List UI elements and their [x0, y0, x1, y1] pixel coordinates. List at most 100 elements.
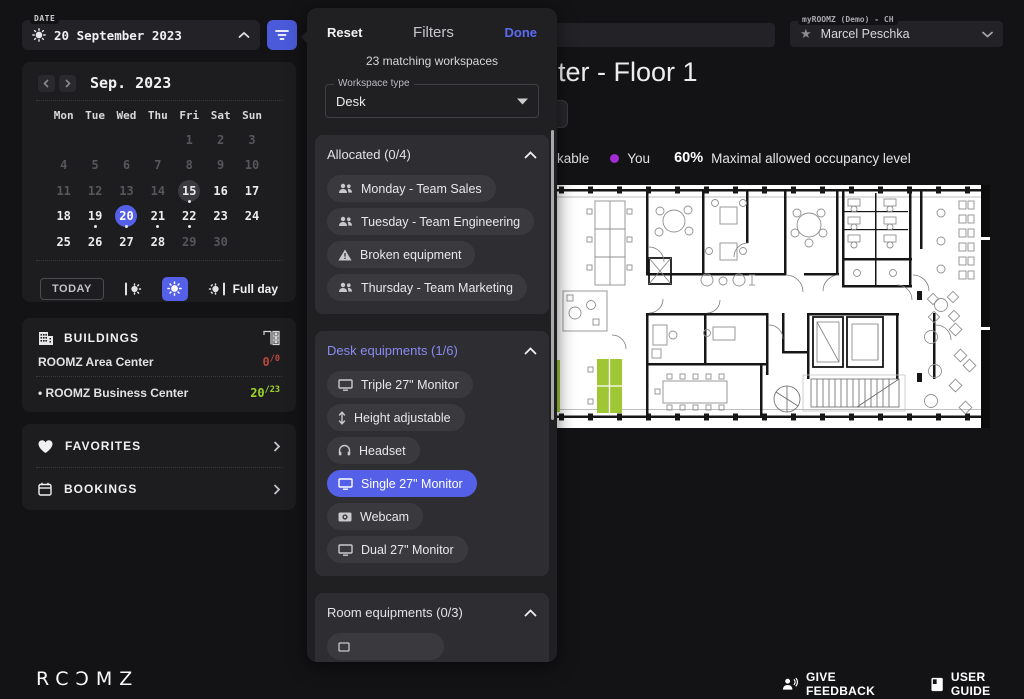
building-availability-count: 0/0 [263, 354, 280, 369]
account-select[interactable]: myROOMZ (Demo) - CH ★ Marcel Peschka [790, 21, 1003, 47]
sidebar-item-bookings[interactable]: BOOKINGS [22, 468, 296, 510]
floorplan-image[interactable] [557, 185, 990, 428]
filter-chip-height-adjustable[interactable]: Height adjustable [327, 404, 465, 431]
calendar-day-4: 4 [48, 153, 79, 179]
calendar-day-18[interactable]: 18 [48, 204, 79, 230]
filter-chip-webcam[interactable]: Webcam [327, 503, 423, 530]
heart-icon [38, 440, 53, 453]
calendar-day-17[interactable]: 17 [236, 178, 267, 204]
weekday-label: Thu [142, 109, 173, 127]
weekday-header: MonTueWedThuFriSatSun [48, 109, 296, 127]
you-dot-icon [610, 154, 619, 163]
calendar-day-25[interactable]: 25 [48, 229, 79, 255]
calendar-month-label: Sep. 2023 [90, 74, 171, 92]
calendar-day-23[interactable]: 23 [205, 204, 236, 230]
building-row[interactable]: ROOMZ Area Center0/0 [22, 346, 296, 369]
user-guide-button[interactable]: USER GUIDE [931, 670, 1024, 698]
filter-chip-thursday-team-marketing[interactable]: Thursday - Team Marketing [327, 274, 527, 301]
building-row[interactable]: ROOMZ Business Center20/23 [22, 377, 296, 400]
occupancy-label: Maximal allowed occupancy level [711, 151, 911, 166]
panel-scrollbar[interactable] [551, 130, 554, 420]
chip-label: Height adjustable [354, 411, 451, 425]
chevron-up-icon[interactable] [524, 609, 537, 617]
calendar-day-28[interactable]: 28 [142, 229, 173, 255]
calendar-day-19[interactable]: 19 [79, 204, 110, 230]
filter-chip-triple-27-monitor[interactable]: Triple 27" Monitor [327, 371, 473, 398]
section-title: Room equipments (0/3) [327, 605, 524, 620]
generic-icon [338, 642, 350, 652]
sidebar-item-favorites[interactable]: FAVORITES [22, 425, 296, 467]
calendar-day-20[interactable]: 20 [111, 204, 142, 230]
headset-icon [338, 444, 351, 457]
building-icon [38, 331, 54, 346]
occupancy-value: 60% [674, 150, 703, 166]
empty-day-cell [111, 127, 142, 153]
filter-chip-monday-team-sales[interactable]: Monday - Team Sales [327, 175, 496, 202]
chip-label: Monday - Team Sales [361, 182, 482, 196]
filter-chip-headset[interactable]: Headset [327, 437, 420, 464]
calendar-day-16[interactable]: 16 [205, 178, 236, 204]
favorites-label: FAVORITES [65, 439, 273, 453]
calendar-day-12: 12 [79, 178, 110, 204]
monitor-icon [338, 544, 353, 556]
full-sun-button[interactable] [162, 277, 188, 301]
empty-day-cell [48, 127, 79, 153]
calendar-day-27[interactable]: 27 [111, 229, 142, 255]
calendar-day-3: 3 [236, 127, 267, 153]
filter-chip-tuesday-team-engineering[interactable]: Tuesday - Team Engineering [327, 208, 534, 235]
team-icon [338, 216, 353, 227]
panel-pointer [301, 30, 308, 44]
calendar-days-grid: 1234567891011121314151617181920212223242… [48, 127, 296, 255]
calendar-day-26[interactable]: 26 [79, 229, 110, 255]
chip-label: Triple 27" Monitor [361, 378, 459, 392]
calendar-day-8: 8 [174, 153, 205, 179]
workspace-type-select[interactable]: Workspace type Desk [325, 84, 539, 118]
calendar-day-22[interactable]: 22 [174, 204, 205, 230]
calendar-next-button[interactable] [59, 75, 76, 92]
calendar-day-21[interactable]: 21 [142, 204, 173, 230]
bookings-label: BOOKINGS [64, 482, 273, 496]
morning-half-day-button[interactable] [120, 277, 146, 301]
filters-button[interactable] [267, 20, 297, 50]
calendar-prev-button[interactable] [38, 75, 55, 92]
filter-chip[interactable] [327, 633, 444, 660]
give-feedback-button[interactable]: GIVE FEEDBACK [782, 670, 903, 698]
filter-chip-single-27-monitor[interactable]: Single 27" Monitor [327, 470, 477, 497]
calendar-widget: Sep. 2023 MonTueWedThuFriSatSun 12345678… [22, 62, 296, 302]
calendar-day-10: 10 [236, 153, 267, 179]
today-button[interactable]: TODAY [40, 278, 104, 300]
book-icon [931, 677, 943, 692]
section-room-equipments: Room equipments (0/3) [315, 593, 549, 662]
chevron-up-icon[interactable] [524, 347, 537, 355]
filters-panel: Reset Filters Done 23 matching workspace… [307, 8, 557, 662]
afternoon-half-day-button[interactable] [204, 277, 230, 301]
chip-label: Dual 27" Monitor [361, 543, 454, 557]
filter-chip-broken-equipment[interactable]: Broken equipment [327, 241, 475, 268]
full-day-label[interactable]: Full day [233, 282, 278, 296]
building-name: ROOMZ Business Center [38, 386, 250, 400]
legend-bookable-label: kable [557, 151, 589, 166]
chevron-up-icon [238, 31, 250, 39]
calendar-day-6: 6 [111, 153, 142, 179]
user-guide-label: USER GUIDE [951, 670, 1024, 698]
calendar-day-1: 1 [174, 127, 205, 153]
section-title: Desk equipments (1/6) [327, 343, 524, 358]
app-root: ter - Floor 1 kable You 60% Maximal allo… [0, 0, 1024, 699]
date-value: 20 September 2023 [54, 28, 238, 43]
calendar-day-14: 14 [142, 178, 173, 204]
chevron-down-icon [982, 31, 993, 38]
chevron-up-icon[interactable] [524, 151, 537, 159]
empty-day-cell [142, 127, 173, 153]
calendar-day-30: 30 [205, 229, 236, 255]
calendar-day-15[interactable]: 15 [174, 178, 205, 204]
date-picker-field[interactable]: DATE 20 September 2023 [22, 20, 260, 50]
matching-count: 23 matching workspaces [307, 54, 557, 68]
calendar-day-24[interactable]: 24 [236, 204, 267, 230]
team-icon [338, 282, 353, 293]
done-button[interactable]: Done [505, 25, 538, 40]
chevron-down-icon [517, 98, 528, 105]
filter-chip-dual-27-monitor[interactable]: Dual 27" Monitor [327, 536, 468, 563]
reset-button[interactable]: Reset [327, 25, 362, 40]
floorplan-view-icon[interactable] [263, 330, 280, 346]
account-env-label: myROOMZ (Demo) - CH [798, 14, 898, 25]
